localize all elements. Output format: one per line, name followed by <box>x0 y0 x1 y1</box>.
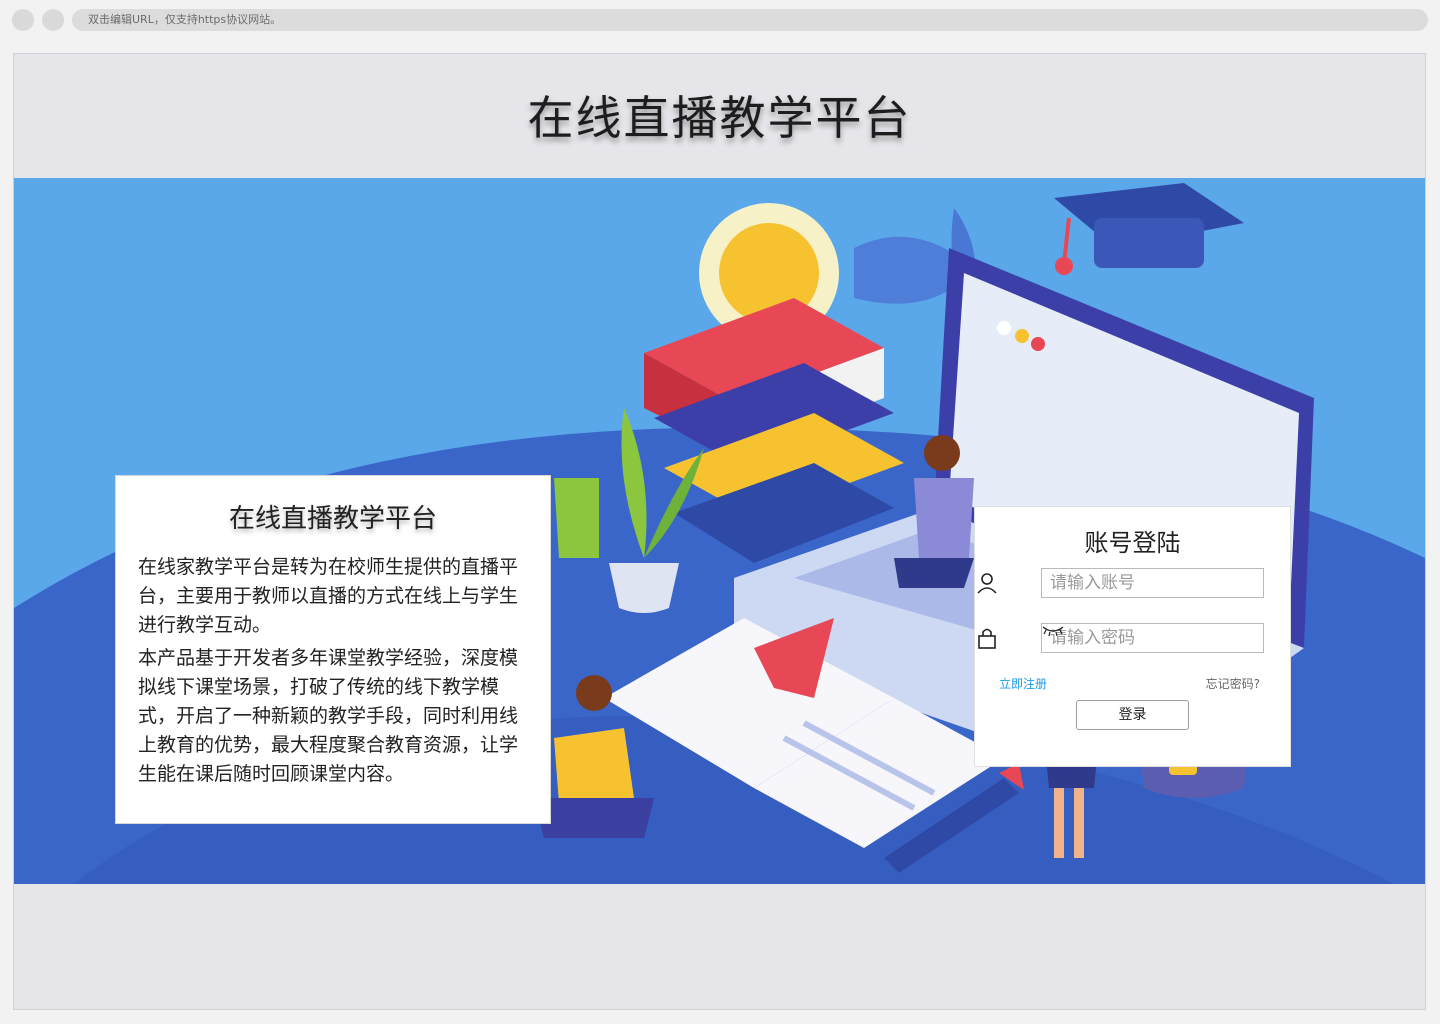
intro-paragraph-1: 在线家教学平台是转为在校师生提供的直播平台，主要用于教师以直播的方式在线上与学生… <box>138 556 519 636</box>
login-card: 账号登陆 请输入账号 请输入密码 立即注册 忘记密码? 登录 <box>974 506 1291 767</box>
account-input[interactable]: 请输入账号 <box>1041 568 1264 598</box>
login-title: 账号登陆 <box>1084 529 1181 557</box>
intro-card: 在线直播教学平台 在线家教学平台是转为在校师生提供的直播平台，主要用于教师以直播… <box>115 475 551 824</box>
browser-bar: 双击编辑URL，仅支持https协议网站。 <box>0 0 1440 39</box>
hero-banner: 在线直播教学平台 在线家教学平台是转为在校师生提供的直播平台，主要用于教师以直播… <box>14 178 1425 884</box>
intro-title: 在线直播教学平台 <box>228 504 437 534</box>
intro-paragraph-2: 本产品基于开发者多年课堂教学经验，深度模拟线下课堂场景，打破了传统的线下教学模式… <box>138 647 519 785</box>
user-icon <box>977 573 997 594</box>
password-input[interactable]: 请输入密码 <box>1041 623 1264 653</box>
page-title: 在线直播教学平台 <box>527 91 912 145</box>
browser-back-button[interactable] <box>12 9 34 31</box>
register-link[interactable]: 立即注册 <box>999 675 1047 692</box>
eye-closed-icon[interactable] <box>1042 624 1064 638</box>
login-button[interactable]: 登录 <box>1076 700 1189 730</box>
page-frame: 在线直播教学平台 在线直播教学平台 在线家教学平台是转为在校师生提供的直播平台，… <box>13 53 1426 1010</box>
forgot-password-link[interactable]: 忘记密码? <box>1206 675 1260 692</box>
lock-icon <box>978 628 996 649</box>
browser-forward-button[interactable] <box>42 9 64 31</box>
url-bar[interactable]: 双击编辑URL，仅支持https协议网站。 <box>72 9 1428 31</box>
